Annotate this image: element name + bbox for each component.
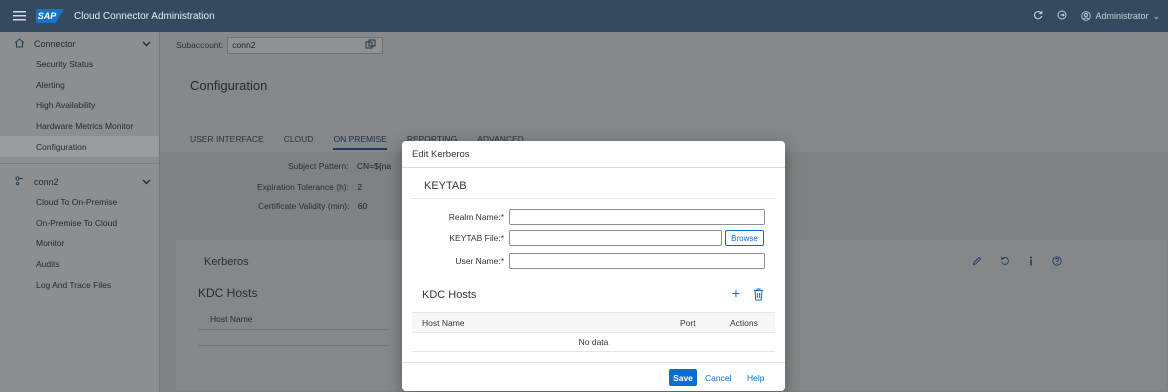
sidebar-group-connector[interactable]: Connector: [0, 34, 159, 54]
info-icon[interactable]: [1028, 256, 1034, 269]
tab-user-interface[interactable]: USER INTERFACE: [190, 134, 264, 150]
subaccount-icon: [14, 175, 26, 188]
kdc-table-header: Host Name: [198, 310, 388, 330]
required-mark: *: [500, 233, 504, 243]
sidebar-item-audits[interactable]: Audits: [0, 254, 159, 275]
page-title: Configuration: [190, 78, 268, 93]
required-mark: *: [500, 212, 504, 222]
tab-cloud[interactable]: CLOUD: [284, 134, 314, 150]
chevron-down-icon: [142, 39, 151, 49]
app-title: Cloud Connector Administration: [74, 10, 215, 22]
subaccount-value: conn2: [232, 40, 256, 50]
dialog-title: Edit Kerberos: [412, 148, 470, 160]
user-icon: [1081, 11, 1092, 21]
edit-icon[interactable]: [972, 256, 982, 269]
keytab-file-label: KEYTAB File:*: [449, 233, 504, 243]
certificate-validity-row: Certificate Validity (min): 60: [258, 201, 367, 211]
edit-kerberos-dialog: Edit Kerberos KEYTAB Realm Name:* KEYTAB…: [402, 141, 785, 391]
port-column: Port: [680, 318, 696, 328]
dialog-footer: Save Cancel Help: [402, 362, 785, 391]
host-name-column: Host Name: [422, 318, 465, 328]
keytab-file-input[interactable]: [509, 230, 722, 246]
logout-icon[interactable]: [1057, 10, 1067, 22]
host-name-column: Host Name: [210, 314, 253, 324]
subject-pattern-row: Subject Pattern: CN=${na: [288, 161, 391, 171]
user-name: Administrator: [1095, 11, 1149, 21]
realm-name-row: Realm Name:*: [402, 209, 785, 225]
reset-icon[interactable]: [1000, 256, 1010, 269]
sidebar-item-monitor[interactable]: Monitor: [0, 233, 159, 254]
sidebar-item-alerting[interactable]: Alerting: [0, 75, 159, 96]
browse-button[interactable]: Browse: [725, 230, 764, 246]
field-value: 2: [357, 182, 363, 192]
delete-icon[interactable]: [753, 288, 765, 301]
add-icon[interactable]: +: [729, 286, 743, 300]
subaccount-label: Subaccount:: [176, 40, 224, 50]
sidebar-item-on-premise-to-cloud[interactable]: On-Premise To Cloud: [0, 213, 159, 234]
sidebar-item-cloud-to-on-premise[interactable]: Cloud To On-Premise: [0, 192, 159, 213]
chevron-down-icon: ⌄: [1152, 10, 1160, 21]
help-button[interactable]: Help: [747, 369, 764, 386]
expiration-tolerance-row: Expiration Tolerance (h): 2: [257, 182, 362, 192]
kerberos-actions: [972, 256, 1062, 269]
subaccount-field[interactable]: conn2: [227, 36, 384, 54]
required-mark: *: [500, 256, 504, 266]
field-label: Certificate Validity (min):: [258, 201, 350, 211]
realm-name-input[interactable]: [509, 209, 765, 225]
sidebar-item-log-and-trace-files[interactable]: Log And Trace Files: [0, 274, 159, 295]
sidebar-group-label: Connector: [34, 39, 76, 49]
sidebar-item-high-availability[interactable]: High Availability: [0, 95, 159, 116]
shell-bar: SAP Cloud Connector Administration Admin…: [0, 0, 1168, 32]
sidebar-group-label: conn2: [34, 176, 59, 187]
keytab-file-row: KEYTAB File:* Browse: [402, 230, 785, 246]
value-help-icon[interactable]: [365, 39, 376, 52]
kdc-table-row: [198, 330, 388, 346]
user-name-row: User Name:*: [402, 253, 785, 269]
field-value: CN=${na: [356, 161, 392, 171]
chevron-down-icon: [142, 177, 151, 187]
save-button[interactable]: Save: [669, 369, 697, 386]
no-data-text: No data: [412, 333, 775, 352]
actions-column: Actions: [730, 318, 758, 328]
sidebar-item-configuration[interactable]: Configuration: [0, 136, 159, 157]
cancel-button[interactable]: Cancel: [705, 369, 731, 386]
dialog-header: Edit Kerberos: [402, 141, 785, 168]
user-menu[interactable]: Administrator ⌄: [1081, 11, 1160, 22]
help-icon[interactable]: [1052, 256, 1062, 269]
section-divider: [412, 198, 775, 199]
field-label: Subject Pattern:: [288, 161, 349, 171]
tab-on-premise[interactable]: ON PREMISE: [333, 134, 387, 150]
kdc-table-header: Host Name Port Actions: [412, 312, 775, 333]
sidebar-item-hardware-metrics[interactable]: Hardware Metrics Monitor: [0, 116, 159, 137]
kerberos-title: Kerberos: [204, 256, 249, 268]
hamburger-menu-icon[interactable]: [8, 9, 30, 23]
realm-name-label: Realm Name:*: [448, 212, 504, 222]
page-header: Configuration USER INTERFACE CLOUD ON PR…: [160, 58, 1168, 152]
refresh-icon[interactable]: [1033, 10, 1043, 22]
user-name-input[interactable]: [509, 253, 765, 269]
keytab-section-title: KEYTAB: [424, 180, 467, 192]
kdc-hosts-section-title: KDC Hosts: [422, 289, 477, 301]
field-value: 60: [357, 201, 368, 211]
sap-logo: SAP: [36, 9, 64, 23]
home-icon: [14, 38, 26, 50]
sidebar-group-subaccount[interactable]: conn2: [0, 172, 159, 192]
user-name-label: User Name:*: [455, 256, 504, 266]
kdc-hosts-title: KDC Hosts: [198, 286, 258, 300]
sidebar-item-security-status[interactable]: Security Status: [0, 54, 159, 75]
sidebar: Connector Security Status Alerting High …: [0, 32, 160, 392]
sidebar-divider: [0, 162, 159, 164]
field-label: Expiration Tolerance (h):: [257, 182, 349, 192]
subaccount-bar: Subaccount: conn2: [160, 32, 1168, 58]
